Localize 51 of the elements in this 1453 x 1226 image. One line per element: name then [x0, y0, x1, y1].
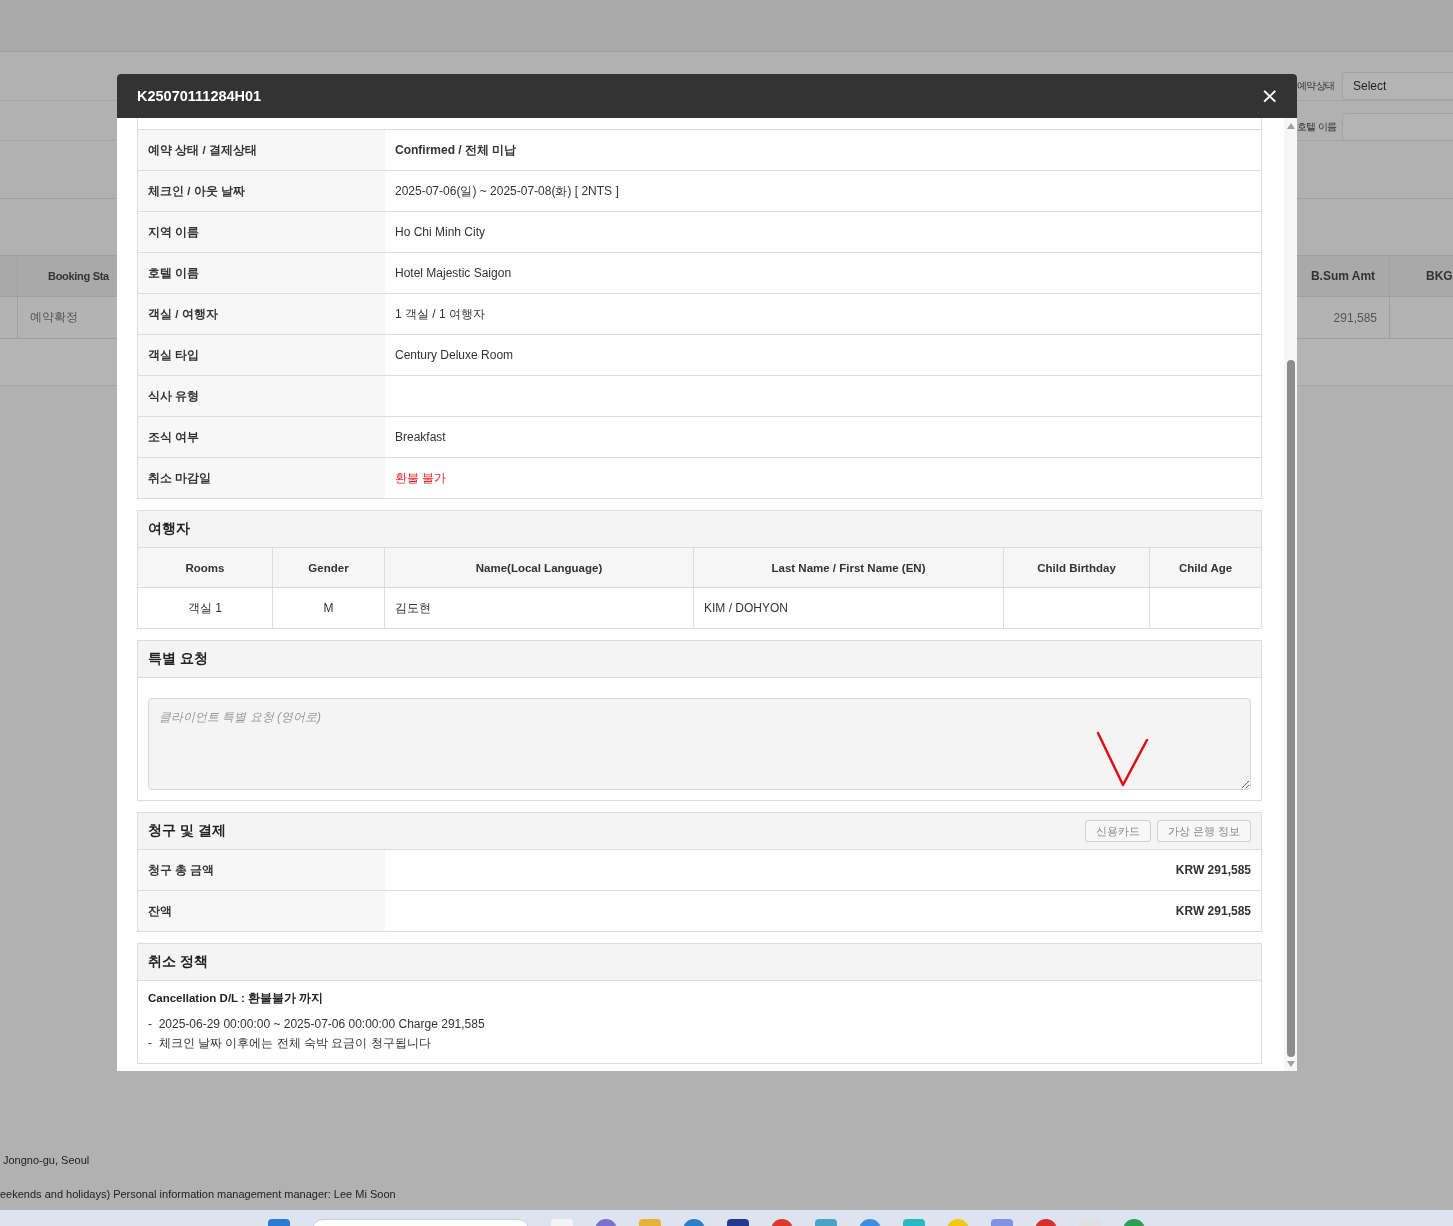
- field-value: KRW 291,585: [1174, 862, 1252, 879]
- field-value: 환불 불가: [394, 469, 448, 487]
- field-label: 체크인 / 아웃 날짜: [138, 171, 385, 211]
- section-title: 특별 요청: [148, 650, 208, 668]
- field-label: 청구 총 금액: [138, 850, 385, 890]
- column-header: BKG: [1425, 268, 1453, 285]
- policy-text: - 체크인 날짜 이후에는 전체 숙박 요금이 청구됩니다: [148, 1035, 432, 1052]
- section-title: 취소 정책: [148, 953, 208, 971]
- field-value: 1 객실 / 1 여행자: [394, 305, 487, 323]
- field-value: 2025-07-06(일) ~ 2025-07-08(화) [ 2NTS ]: [394, 182, 620, 200]
- field-value: Hotel Majestic Saigon: [394, 265, 513, 282]
- select-field[interactable]: Select: [1342, 72, 1453, 100]
- dialog-title: K25070111284H01: [137, 88, 262, 104]
- column-header: Name(Local Language): [385, 548, 694, 588]
- table-cell: KIM / DOHYON: [694, 588, 1004, 628]
- column-header: Last Name / First Name (EN): [694, 548, 1004, 588]
- table-cell: 김도현: [385, 588, 694, 628]
- field-label: 지역 이름: [138, 212, 385, 252]
- close-button[interactable]: ×: [1256, 85, 1283, 107]
- field-label: 객실 타입: [138, 335, 385, 375]
- column-header: Child Age: [1150, 548, 1261, 588]
- policy-text: - 2025-06-29 00:00:00 ~ 2025-07-06 00:00:00 Charge 291,585: [148, 1016, 486, 1033]
- filter-label: 예약상태: [1297, 79, 1336, 93]
- field-value: Breakfast: [394, 429, 447, 446]
- field-value: Ho Chi Minh City: [394, 224, 487, 241]
- field-label: 조식 여부: [138, 417, 385, 457]
- field-label: 잔액: [138, 891, 385, 931]
- section-title: 여행자: [148, 520, 190, 538]
- field-value: Century Deluxe Room: [394, 347, 515, 364]
- footer-text: eekends and holidays) Personal information management manager: Lee Mi Soon: [0, 1188, 397, 1200]
- column-header: Rooms: [138, 548, 273, 588]
- payment-button[interactable]: 가상 은행 정보: [1156, 820, 1251, 842]
- table-cell: 객실 1: [138, 588, 273, 628]
- text-area[interactable]: 클라이언트 특별 요청 (영어로): [148, 698, 1251, 790]
- table-cell: M: [273, 588, 385, 628]
- field-label: 취소 마감일: [138, 458, 385, 498]
- payment-button[interactable]: 신용카드: [1084, 820, 1151, 842]
- field-label: 식사 유형: [138, 376, 385, 416]
- policy-heading: Cancellation D/L : 환불불가 까지: [148, 991, 325, 1006]
- field-label: 예약 상태 / 결제상태: [138, 130, 385, 170]
- footer-text: Jongno-gu, Seoul: [2, 1154, 91, 1166]
- field-label: 호텔 이름: [138, 253, 385, 293]
- field-label: 객실 / 여행자: [138, 294, 385, 334]
- column-header: Child Birthday: [1004, 548, 1150, 588]
- filter-label: 호텔 이름: [1297, 120, 1337, 134]
- column-header: Gender: [273, 548, 385, 588]
- section-title: 청구 및 결제: [148, 822, 226, 840]
- check-mark-drawing: [1096, 731, 1149, 787]
- scrollbar[interactable]: [1284, 118, 1297, 1071]
- field-value: KRW 291,585: [1174, 903, 1252, 920]
- field-value: Confirmed / 전체 미납: [394, 141, 518, 159]
